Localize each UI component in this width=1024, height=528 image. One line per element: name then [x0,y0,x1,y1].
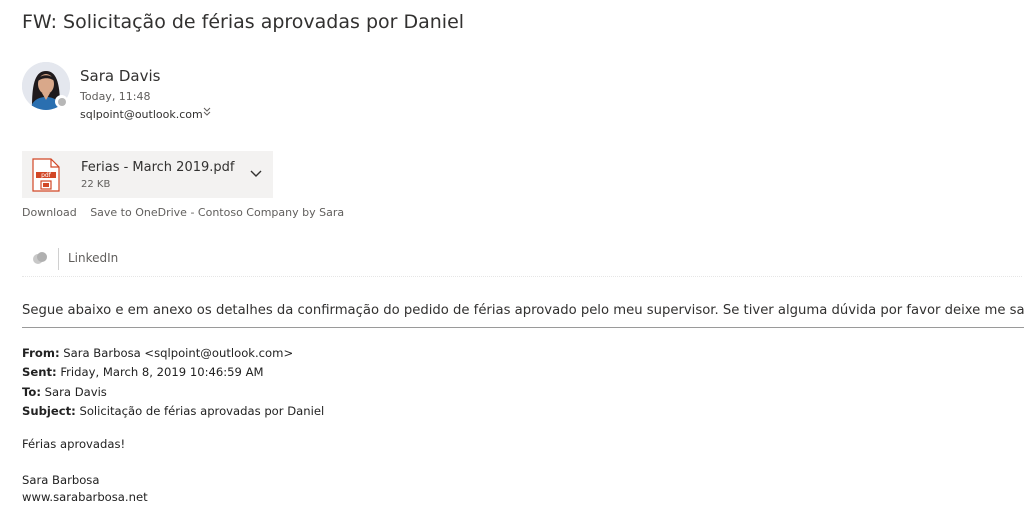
sender-name[interactable]: Sara Davis [80,67,160,85]
section-divider [22,276,1022,277]
linkedin-logo-icon [33,252,47,264]
addin-bar: LinkedIn [22,246,1022,272]
linkedin-button[interactable]: LinkedIn [68,251,118,265]
addin-divider [58,248,59,270]
attachment-actions: Download Save to OneDrive - Contoso Comp… [22,206,354,219]
forwarded-body: Férias aprovadas! [22,437,126,451]
signature-name: Sara Barbosa [22,473,100,487]
svg-text:pdf: pdf [41,172,52,179]
expand-recipients-chevron-icon[interactable] [202,107,212,120]
forwarded-to-line: To: Sara Davis [22,384,107,399]
forwarded-from-line: From: Sara Barbosa <sqlpoint@outlook.com… [22,346,294,360]
presence-status-icon [55,95,68,108]
attachment-menu-chevron-icon[interactable] [249,167,263,181]
message-intro: Segue abaixo e em anexo os detalhes da c… [22,303,1024,318]
forward-separator [22,327,1024,328]
attachment-card[interactable]: pdf Ferias - March 2019.pdf 22 KB [22,151,273,198]
email-subject: FW: Solicitação de férias aprovadas por … [22,11,465,33]
attachment-name: Ferias - March 2019.pdf [81,160,235,175]
forwarded-sent-line: Sent: Friday, March 8, 2019 10:46:59 AM [22,365,264,380]
forwarded-subject-line: Subject: Solicitação de férias aprovadas… [22,403,325,418]
forwarded-header: From: Sara Barbosa <sqlpoint@outlook.com… [22,344,324,421]
pdf-file-icon: pdf [32,158,60,192]
attachment-size: 22 KB [81,179,111,190]
download-link[interactable]: Download [22,206,77,219]
save-to-onedrive-link[interactable]: Save to OneDrive - Contoso Company by Sa… [90,206,344,219]
signature-website-link[interactable]: www.sarabarbosa.net [22,490,148,504]
recipient-address: sqlpoint@outlook.com [80,108,203,121]
sent-time: Today, 11:48 [80,90,151,103]
